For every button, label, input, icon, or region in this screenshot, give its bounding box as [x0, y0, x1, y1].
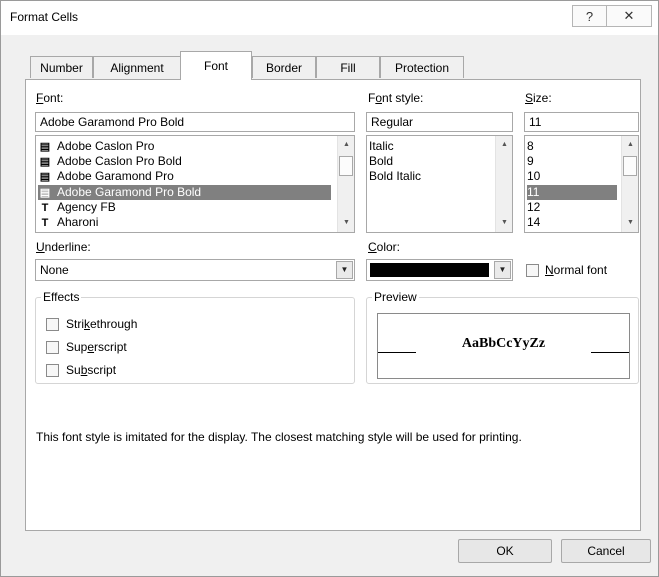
list-item-selected[interactable]: ▤ Adobe Garamond Pro Bold — [38, 185, 331, 200]
list-item[interactable]: ▤ Adobe Caslon Pro Bold — [38, 154, 182, 169]
list-item[interactable]: ▤ Adobe Garamond Pro — [38, 169, 174, 184]
printer-font-icon: ▤ — [39, 171, 51, 183]
subscript-checkbox[interactable] — [46, 364, 59, 377]
subscript-label: Subscript — [66, 363, 117, 377]
size-input[interactable]: 11 — [524, 112, 639, 132]
font-list[interactable]: ▤ Adobe Caslon Pro ▤ Adobe Caslon Pro Bold… — [35, 135, 355, 233]
cancel-button[interactable]: Cancel — [561, 539, 651, 563]
font-list-scrollbar[interactable]: ▲ ▼ — [337, 136, 354, 232]
list-item[interactable]: 14 — [527, 215, 540, 230]
font-style-list[interactable]: Italic Bold Bold Italic ▲ ▼ — [366, 135, 513, 233]
effects-title: Effects — [41, 290, 82, 304]
preview-baseline-right — [591, 352, 629, 353]
scroll-down-icon[interactable]: ▼ — [496, 216, 512, 230]
list-item[interactable]: Italic — [369, 139, 394, 154]
color-picker[interactable]: ▼ — [366, 259, 513, 281]
scroll-down-icon[interactable]: ▼ — [622, 216, 638, 230]
color-label: Color: — [368, 240, 401, 254]
font-style-scrollbar[interactable]: ▲ ▼ — [495, 136, 512, 232]
printer-font-icon: ▤ — [39, 187, 51, 199]
underline-select[interactable]: None ▼ — [35, 259, 355, 281]
strikethrough-label: Strikethrough — [66, 317, 138, 331]
underline-label: Underline: — [36, 240, 91, 254]
list-item[interactable]: T Aharoni — [38, 215, 99, 230]
title-bar: Format Cells ? ✕ — [1, 1, 658, 35]
scroll-up-icon[interactable]: ▲ — [338, 138, 354, 152]
font-style-input[interactable]: Regular — [366, 112, 513, 132]
scroll-up-icon[interactable]: ▲ — [622, 138, 638, 152]
chevron-down-icon[interactable]: ▼ — [494, 261, 511, 279]
preview-box: AaBbCcYyZz — [377, 313, 630, 379]
close-icon: ✕ — [623, 8, 635, 23]
ok-button[interactable]: OK — [458, 539, 552, 563]
superscript-checkbox[interactable] — [46, 341, 59, 354]
list-item[interactable]: 12 — [527, 200, 540, 215]
strikethrough-checkbox[interactable] — [46, 318, 59, 331]
size-list-scrollbar[interactable]: ▲ ▼ — [621, 136, 638, 232]
font-style-label: Font style: — [368, 91, 424, 105]
font-label: Font: — [36, 91, 64, 105]
scroll-thumb[interactable] — [623, 156, 637, 176]
scroll-up-icon[interactable]: ▲ — [496, 138, 512, 152]
help-button[interactable]: ? — [572, 5, 607, 27]
tab-fill[interactable]: Fill — [316, 56, 380, 78]
tab-border[interactable]: Border — [252, 56, 316, 78]
list-item-selected[interactable]: 11 — [527, 185, 617, 200]
dialog-title: Format Cells — [10, 10, 79, 24]
list-item[interactable]: ▤ Adobe Caslon Pro — [38, 139, 155, 154]
printer-font-icon: ▤ — [39, 141, 51, 153]
truetype-font-icon: T — [41, 217, 49, 229]
list-item[interactable]: 10 — [527, 169, 540, 184]
preview-baseline-left — [378, 352, 416, 353]
printer-font-icon: ▤ — [39, 156, 51, 168]
help-icon: ? — [585, 8, 594, 24]
scroll-down-icon[interactable]: ▼ — [338, 216, 354, 230]
list-item[interactable]: Bold Italic — [369, 169, 421, 184]
font-input[interactable]: Adobe Garamond Pro Bold — [35, 112, 355, 132]
preview-sample: AaBbCcYyZz — [461, 336, 546, 351]
close-button[interactable]: ✕ — [607, 5, 652, 27]
underline-value: None — [40, 263, 69, 277]
color-swatch — [370, 263, 489, 277]
scroll-thumb[interactable] — [339, 156, 353, 176]
size-list[interactable]: 8 9 10 11 12 14 ▲ ▼ — [524, 135, 639, 233]
list-item[interactable]: Bold — [369, 154, 393, 169]
tab-font[interactable]: Font — [180, 51, 252, 80]
superscript-label: Superscript — [66, 340, 127, 354]
normal-font-checkbox[interactable] — [526, 264, 539, 277]
tab-number[interactable]: Number — [30, 56, 93, 78]
size-label: Size: — [525, 91, 552, 105]
tab-protection[interactable]: Protection — [380, 56, 464, 78]
list-item[interactable]: 8 — [527, 139, 534, 154]
info-text: This font style is imitated for the disp… — [36, 430, 522, 444]
format-cells-dialog: Format Cells ? ✕ Number Alignment Font B… — [0, 0, 659, 577]
truetype-font-icon: T — [41, 202, 49, 214]
tab-alignment[interactable]: Alignment — [93, 56, 181, 78]
list-item[interactable]: T Agency FB — [38, 200, 116, 215]
normal-font-label: Normal font — [545, 263, 608, 277]
chevron-down-icon[interactable]: ▼ — [336, 261, 353, 279]
list-item[interactable]: 9 — [527, 154, 534, 169]
preview-title: Preview — [372, 290, 419, 304]
